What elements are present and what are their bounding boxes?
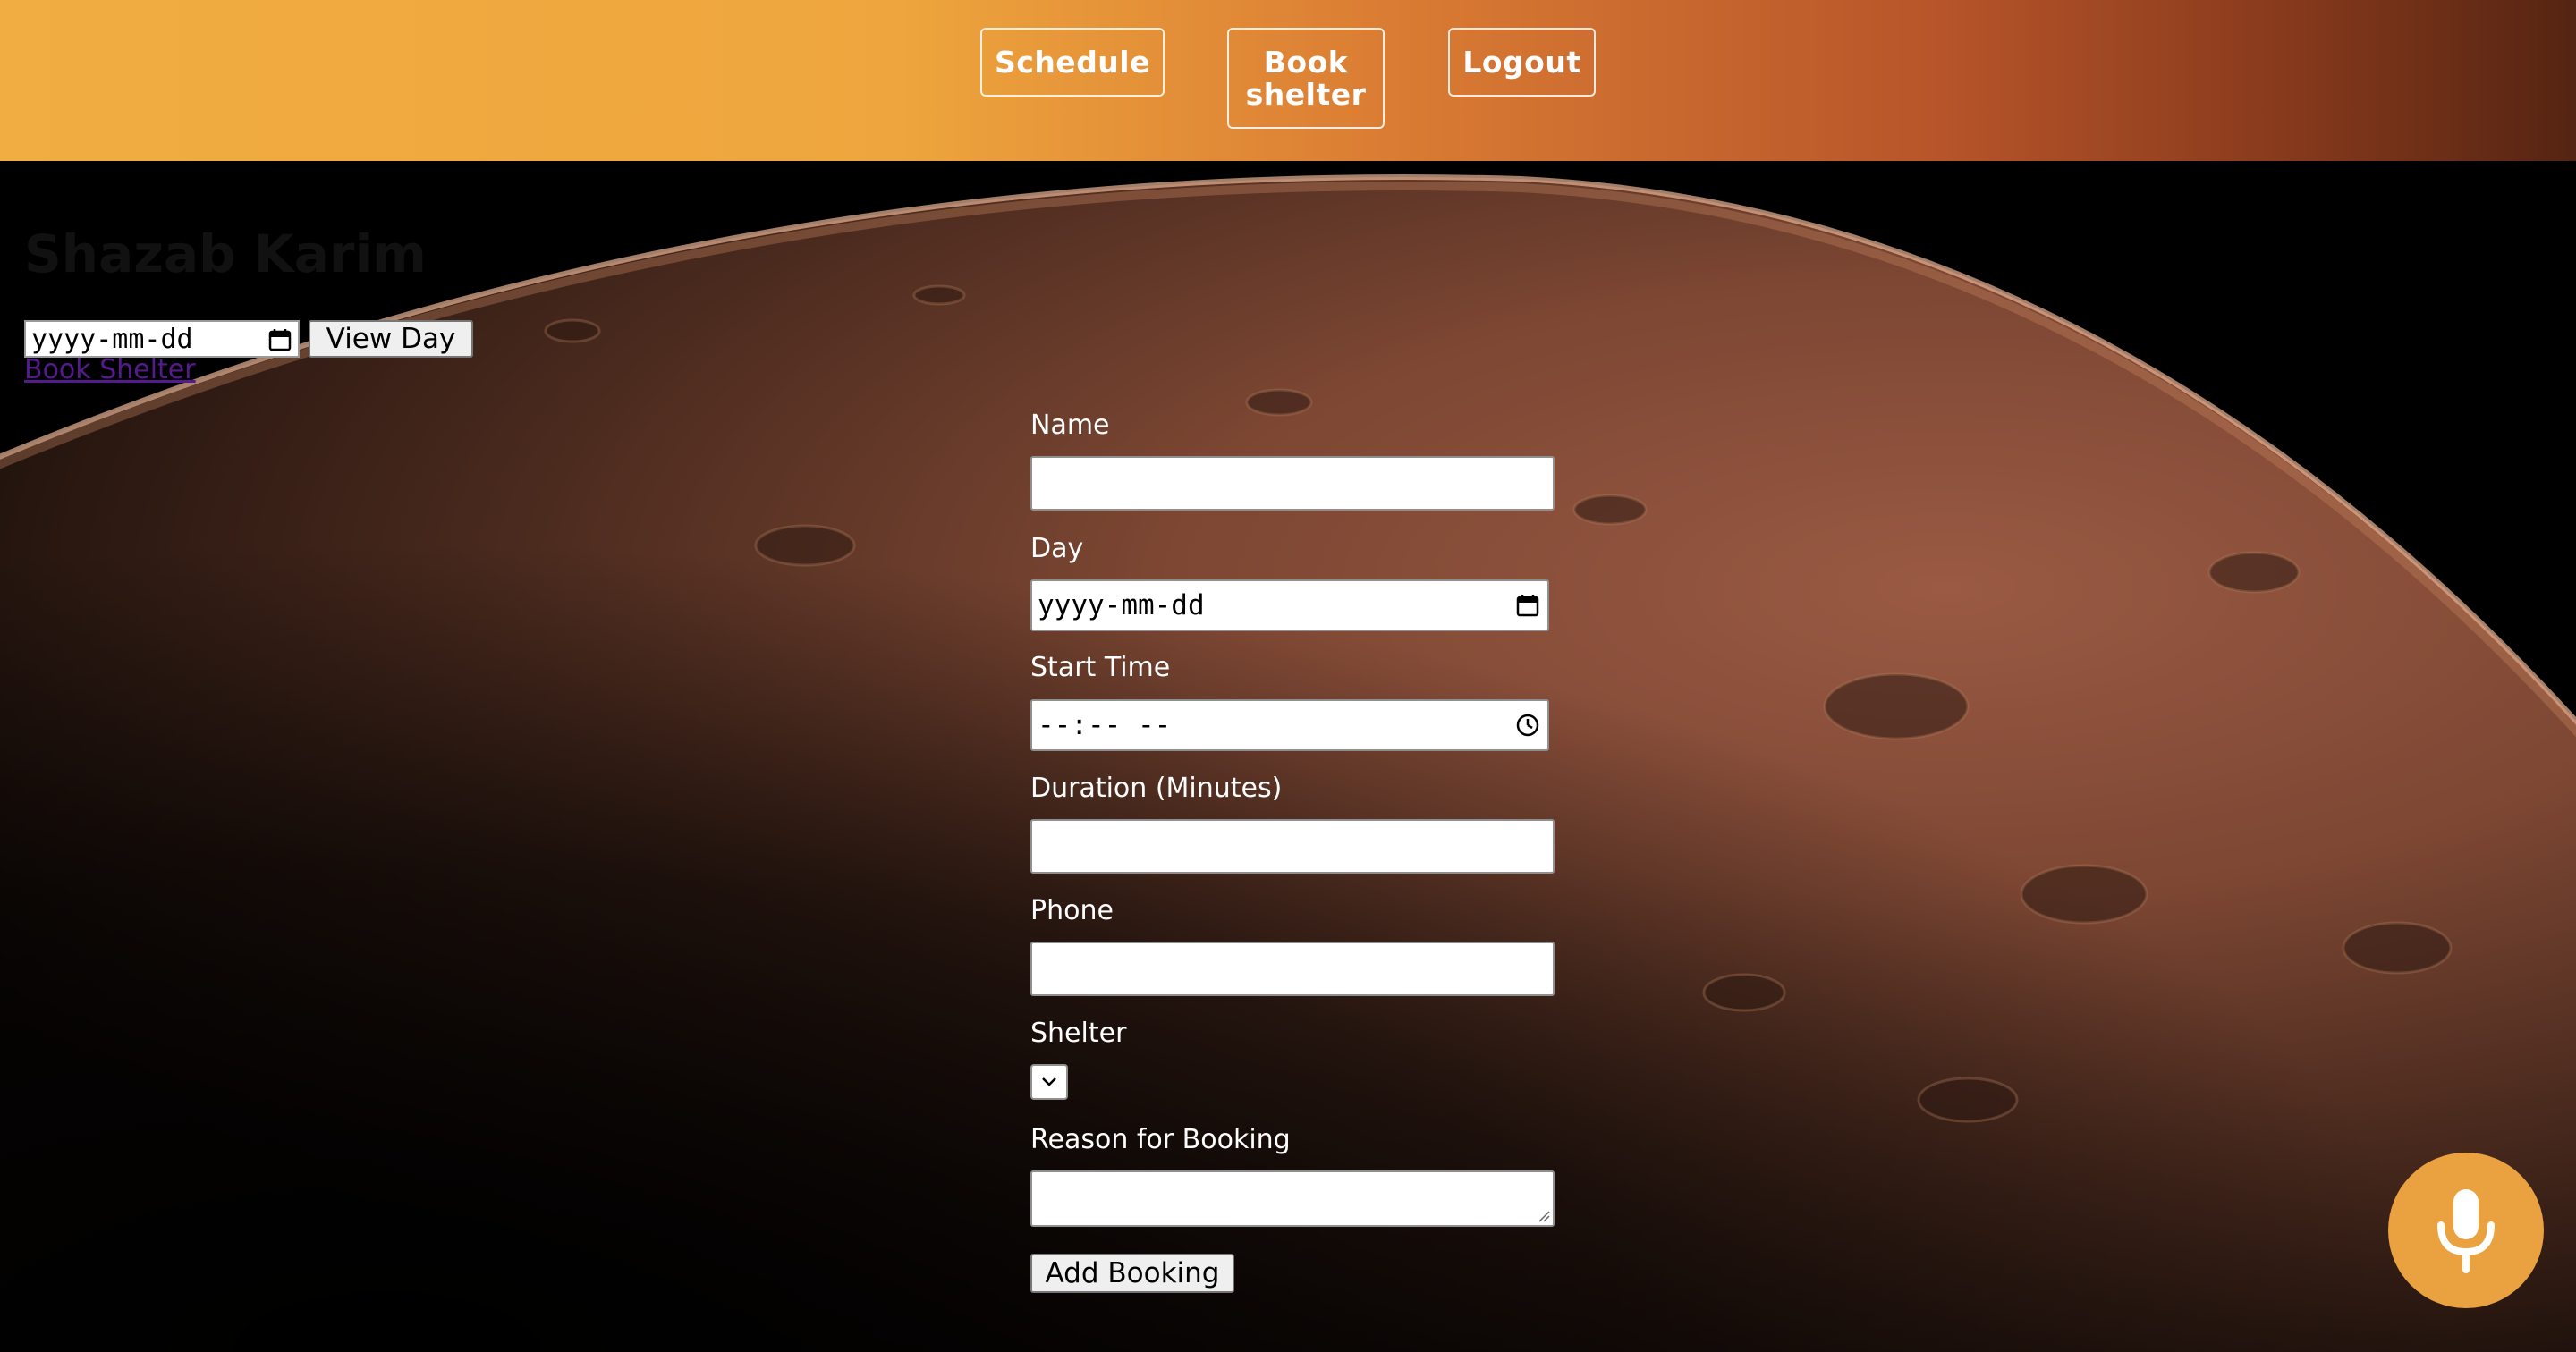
reason-label: Reason for Booking bbox=[1030, 1124, 1291, 1155]
phone-field[interactable] bbox=[1030, 942, 1555, 996]
clock-icon[interactable] bbox=[1515, 713, 1540, 738]
calendar-icon[interactable] bbox=[1515, 593, 1540, 618]
top-nav-bar: Schedule Book shelter Logout bbox=[0, 0, 2576, 161]
name-field[interactable] bbox=[1030, 456, 1555, 511]
start-time-input[interactable]: --:-- -- bbox=[1030, 699, 1549, 751]
view-date-input[interactable]: yyyy-mm-dd bbox=[24, 320, 300, 358]
nav-book-shelter-label: Book shelter bbox=[1246, 46, 1367, 111]
nav-book-line1: Book bbox=[1263, 44, 1349, 80]
name-label: Name bbox=[1030, 410, 1110, 441]
start-time-label: Start Time bbox=[1030, 652, 1171, 683]
user-name-heading: Shazab Karim bbox=[24, 224, 427, 284]
calendar-icon[interactable] bbox=[267, 327, 292, 352]
reason-textarea[interactable] bbox=[1030, 1170, 1555, 1227]
day-label: Day bbox=[1030, 533, 1084, 564]
chevron-down-icon bbox=[1042, 1077, 1056, 1086]
page: Schedule Book shelter Logout Shazab Kari… bbox=[0, 0, 2576, 1352]
day-date-input[interactable]: yyyy-mm-dd bbox=[1030, 579, 1549, 631]
add-booking-button[interactable]: Add Booking bbox=[1030, 1254, 1234, 1293]
microphone-icon bbox=[2437, 1189, 2495, 1273]
book-shelter-link[interactable]: Book Shelter bbox=[24, 354, 196, 385]
shelter-select[interactable] bbox=[1030, 1064, 1068, 1100]
nav-logout-button[interactable]: Logout bbox=[1448, 28, 1596, 97]
microphone-button[interactable] bbox=[2388, 1153, 2544, 1308]
shelter-label: Shelter bbox=[1030, 1018, 1127, 1049]
duration-field[interactable] bbox=[1030, 819, 1555, 874]
view-date-placeholder: yyyy-mm-dd bbox=[31, 323, 193, 355]
nav-schedule-button[interactable]: Schedule bbox=[980, 28, 1165, 97]
nav-schedule-label: Schedule bbox=[994, 44, 1150, 80]
nav-book-line2: shelter bbox=[1245, 76, 1367, 112]
resize-handle-icon[interactable] bbox=[1538, 1210, 1550, 1222]
phone-label: Phone bbox=[1030, 895, 1114, 926]
view-day-button[interactable]: View Day bbox=[309, 320, 473, 358]
start-time-placeholder: --:-- -- bbox=[1038, 709, 1172, 741]
day-date-placeholder: yyyy-mm-dd bbox=[1038, 589, 1205, 621]
nav-logout-label: Logout bbox=[1462, 44, 1581, 80]
duration-label: Duration (Minutes) bbox=[1030, 773, 1283, 804]
nav-book-shelter-button[interactable]: Book shelter bbox=[1227, 28, 1385, 129]
